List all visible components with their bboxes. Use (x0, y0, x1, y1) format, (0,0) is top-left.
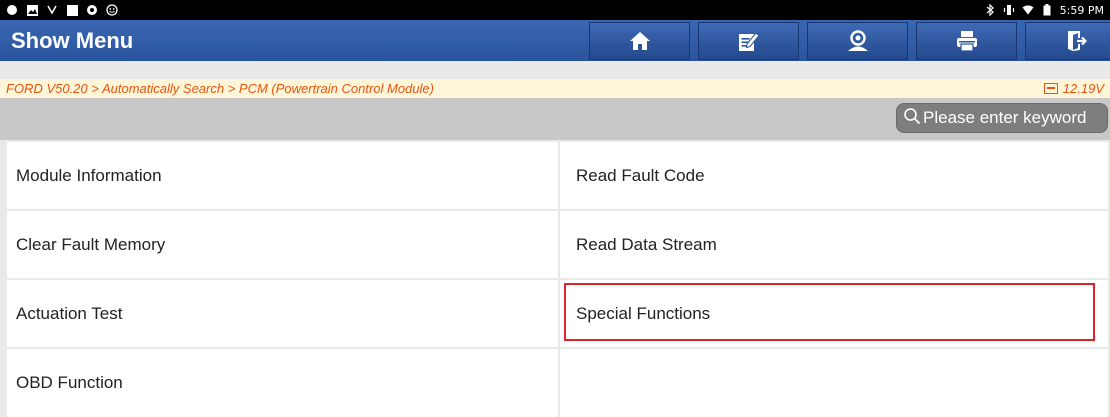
menu-item-read-data-stream[interactable]: Read Data Stream (560, 211, 1108, 278)
usb-icon (46, 4, 58, 16)
smiley-icon (106, 4, 118, 16)
menu-item-module-information[interactable]: Module Information (7, 142, 558, 209)
location-icon (86, 4, 98, 16)
clock-time: 5:59 PM (1059, 3, 1104, 17)
vibrate-icon (1003, 4, 1015, 16)
header-bar: Show Menu (0, 20, 1110, 61)
menu-item-read-fault-code[interactable]: Read Fault Code (560, 142, 1108, 209)
search-icon (903, 107, 921, 130)
function-menu: Module Information Read Fault Code Clear… (7, 142, 1108, 417)
exit-button[interactable] (1025, 21, 1110, 60)
user-button[interactable] (807, 21, 908, 60)
breadcrumb-path: FORD V50.20 > Automatically Search > PCM… (6, 81, 434, 96)
status-bar: 5:59 PM (0, 0, 1110, 20)
page-title: Show Menu (11, 27, 134, 53)
breadcrumb: FORD V50.20 > Automatically Search > PCM… (0, 79, 1110, 98)
menu-item-special-functions[interactable]: Special Functions (560, 280, 1108, 347)
menu-item-clear-fault-memory[interactable]: Clear Fault Memory (7, 211, 558, 278)
print-button[interactable] (916, 21, 1017, 60)
user-icon (846, 29, 870, 52)
menu-item-empty (560, 349, 1108, 417)
car-battery-icon (1043, 83, 1058, 94)
status-right-icons: 5:59 PM (984, 4, 1110, 17)
status-left-icons (0, 4, 118, 16)
header-toolbar (589, 21, 1110, 60)
search-bar-area (0, 98, 1110, 140)
menu-item-actuation-test[interactable]: Actuation Test (7, 280, 558, 347)
wifi-icon (1022, 4, 1034, 16)
home-button[interactable] (589, 21, 690, 60)
battery-icon (1041, 4, 1053, 16)
voltage-value: 12.19V (1062, 81, 1104, 96)
home-icon (629, 31, 651, 51)
bluetooth-icon (984, 4, 996, 16)
square-icon (66, 4, 78, 16)
edit-report-icon (738, 30, 760, 52)
edit-report-button[interactable] (698, 21, 799, 60)
print-icon (956, 30, 978, 52)
search-box[interactable] (896, 103, 1108, 133)
exit-icon (1065, 30, 1087, 52)
search-input[interactable] (921, 108, 1103, 128)
app-icon (6, 4, 18, 16)
menu-item-obd-function[interactable]: OBD Function (7, 349, 558, 417)
image-icon (26, 4, 38, 16)
voltage-indicator: 12.19V (1043, 81, 1110, 96)
